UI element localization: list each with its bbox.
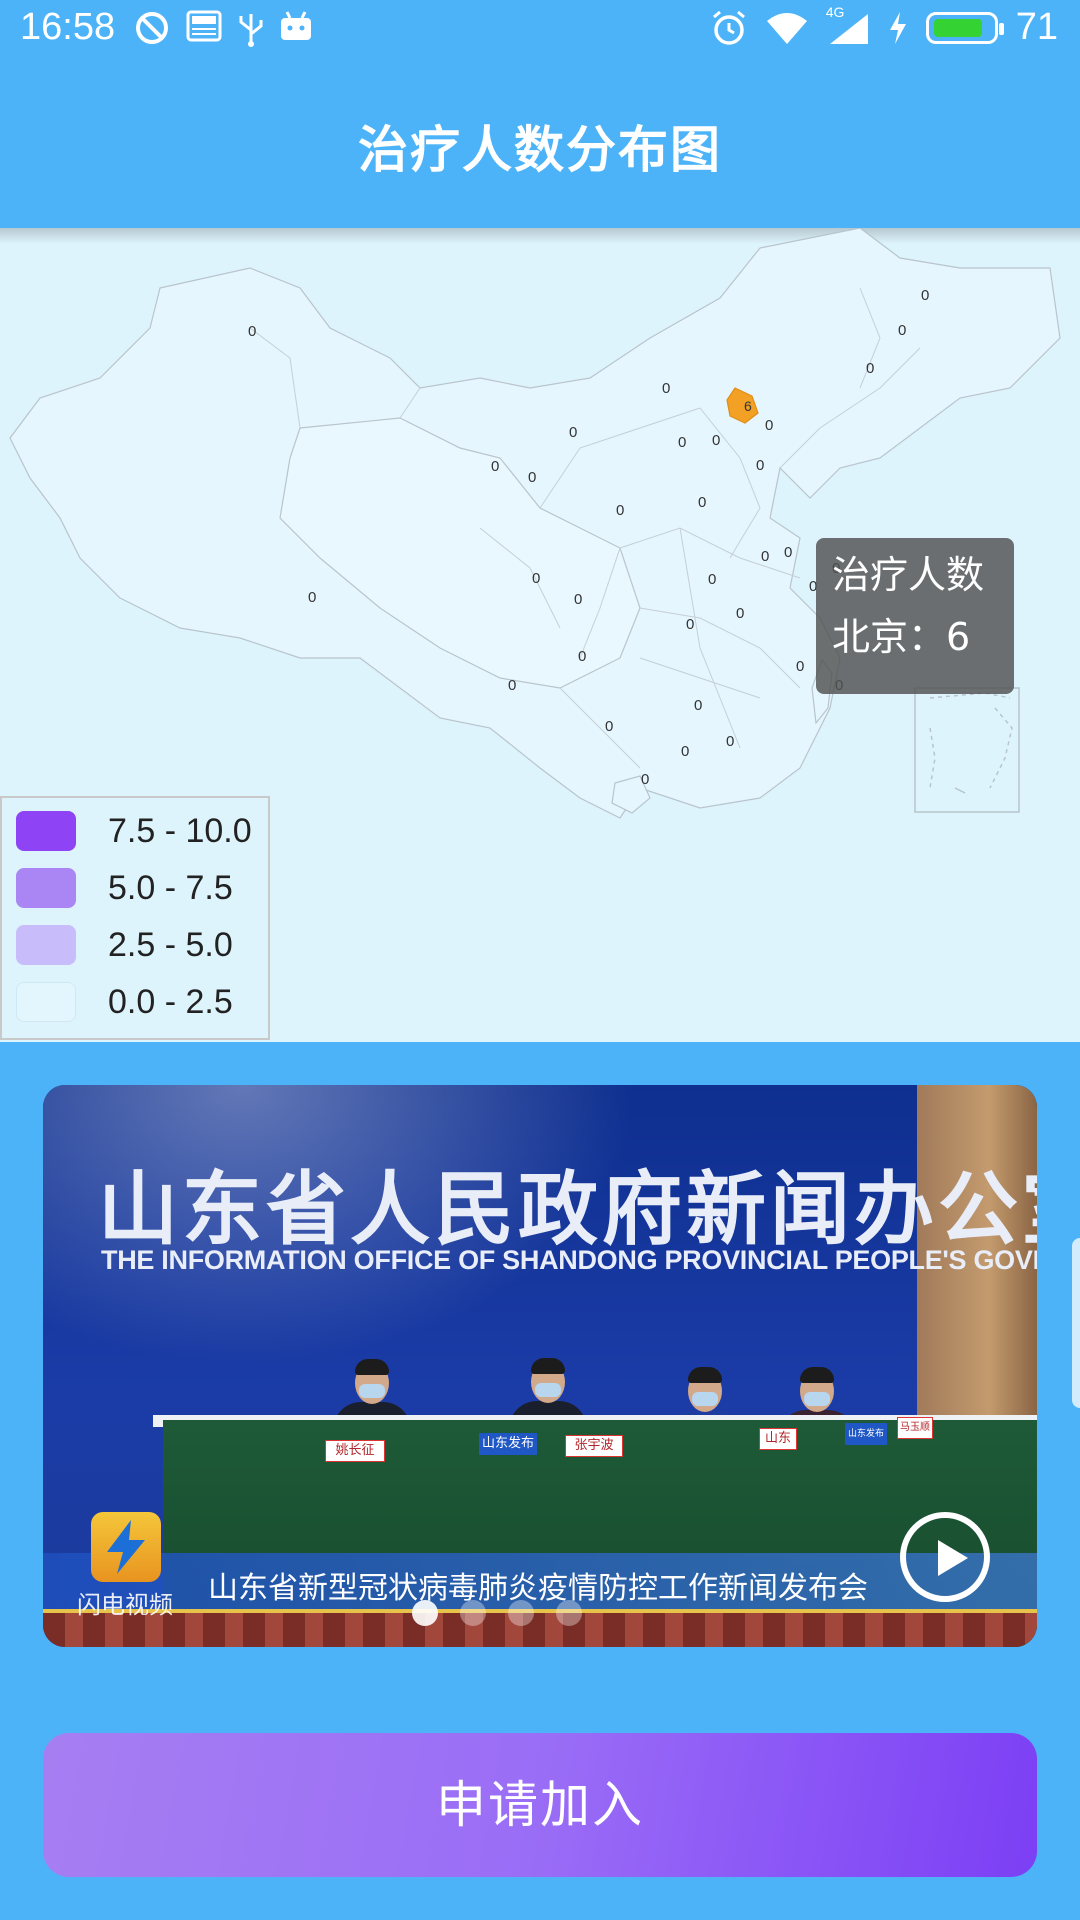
news-banner[interactable]: 山东省人民政府新闻办公室 THE INFORMATION OFFICE OF S…	[43, 1085, 1037, 1647]
south-china-sea-inset	[914, 687, 1020, 813]
region-value: 0	[641, 771, 650, 788]
charging-icon	[889, 11, 906, 44]
alarm-icon	[712, 10, 745, 45]
legend-label: 7.5 - 10.0	[108, 811, 252, 850]
region-value: 0	[726, 733, 735, 750]
status-time: 16:58	[20, 6, 116, 48]
region-value: 0	[898, 322, 907, 339]
legend-label: 2.5 - 5.0	[108, 925, 233, 964]
app-bar: 治疗人数分布图	[0, 60, 1080, 228]
region-value: 0	[694, 697, 703, 714]
region-value: 0	[736, 605, 745, 622]
region-value: 0	[574, 591, 583, 608]
edge-handle[interactable]	[1072, 1238, 1080, 1408]
region-value: 0	[662, 380, 671, 397]
signal-4g-icon: 4G	[826, 4, 870, 46]
region-value: 0	[698, 494, 707, 511]
banner-headline-cn: 山东省人民政府新闻办公室	[98, 1163, 1037, 1256]
region-value: 0	[528, 469, 537, 486]
nameplate: 姚长征	[325, 1440, 385, 1462]
region-value: 0	[616, 502, 625, 519]
banner-headline-en: THE INFORMATION OFFICE OF SHANDONG PROVI…	[101, 1245, 1037, 1275]
legend-item[interactable]: 0.0 - 2.5	[16, 979, 233, 1025]
tooltip-value: 北京：6	[832, 615, 971, 659]
logo-watermark: 闪电视频	[77, 1591, 173, 1619]
wifi-icon	[766, 12, 807, 44]
region-value: 0	[605, 718, 614, 735]
usb-icon	[239, 14, 263, 47]
page-title: 治疗人数分布图	[358, 121, 722, 179]
legend-swatch	[16, 868, 76, 908]
legend-swatch	[16, 925, 76, 965]
region-value: 0	[712, 432, 721, 449]
lightning-video-logo	[91, 1512, 161, 1582]
legend-item[interactable]: 7.5 - 10.0	[16, 808, 252, 854]
region-value: 0	[508, 677, 517, 694]
news-icon	[186, 10, 222, 42]
legend-swatch	[16, 811, 76, 851]
battery-fill	[933, 18, 982, 37]
play-button[interactable]	[900, 1512, 990, 1602]
legend-label: 5.0 - 7.5	[108, 868, 233, 907]
map-tooltip: 治疗人数 北京：6	[816, 538, 1014, 694]
legend-item[interactable]: 5.0 - 7.5	[16, 865, 233, 911]
nameplate: 山东发布	[479, 1433, 537, 1455]
nameplate: 张宇波	[565, 1435, 623, 1457]
nameplate: 马玉顺	[897, 1417, 933, 1439]
battery-level: 71	[1015, 6, 1058, 48]
carousel-dot-2[interactable]	[460, 1600, 486, 1626]
beijing-value: 6	[744, 398, 752, 414]
region-value: 0	[532, 570, 541, 587]
legend-swatch	[16, 982, 76, 1022]
status-bar: 16:58 4G 71	[0, 0, 1080, 60]
map-card[interactable]: 0 0 0 0 0 6 0 0 0 0 0 0 0 0 0 0 0 0 0 0 …	[0, 228, 1080, 1042]
carousel-dot-3[interactable]	[508, 1600, 534, 1626]
do-not-disturb-icon	[136, 12, 168, 44]
region-value: 0	[248, 323, 257, 340]
legend-label: 0.0 - 2.5	[108, 982, 233, 1021]
region-value: 0	[761, 548, 770, 565]
region-value: 0	[686, 616, 695, 633]
carousel-dot-4[interactable]	[556, 1600, 582, 1626]
status-right: 4G 71	[710, 4, 1058, 49]
region-value: 0	[578, 648, 587, 665]
region-value: 0	[796, 658, 805, 675]
region-value: 0	[569, 424, 578, 441]
map-legend: 7.5 - 10.0 5.0 - 7.5 2.5 - 5.0 0.0 - 2.5	[0, 796, 270, 1040]
region-value: 0	[765, 417, 774, 434]
region-value: 0	[681, 743, 690, 760]
region-value: 0	[491, 458, 500, 475]
region-value: 0	[708, 571, 717, 588]
nameplate: 山东	[759, 1428, 797, 1450]
tooltip-series: 治疗人数	[832, 553, 985, 597]
apply-join-button[interactable]: 申请加入	[43, 1733, 1037, 1877]
region-value: 0	[308, 589, 317, 606]
region-value: 0	[678, 434, 687, 451]
carousel-dot-1[interactable]	[412, 1600, 438, 1626]
legend-item[interactable]: 2.5 - 5.0	[16, 922, 233, 968]
region-value: 0	[756, 457, 765, 474]
region-value: 0	[921, 287, 930, 304]
battery-icon	[925, 11, 1004, 44]
carousel-indicator	[412, 1600, 582, 1626]
nameplate: 山东发布	[845, 1423, 887, 1445]
android-icon	[281, 11, 311, 40]
region-value: 0	[866, 360, 875, 377]
signal-icon	[829, 13, 868, 44]
region-value: 0	[784, 544, 793, 561]
